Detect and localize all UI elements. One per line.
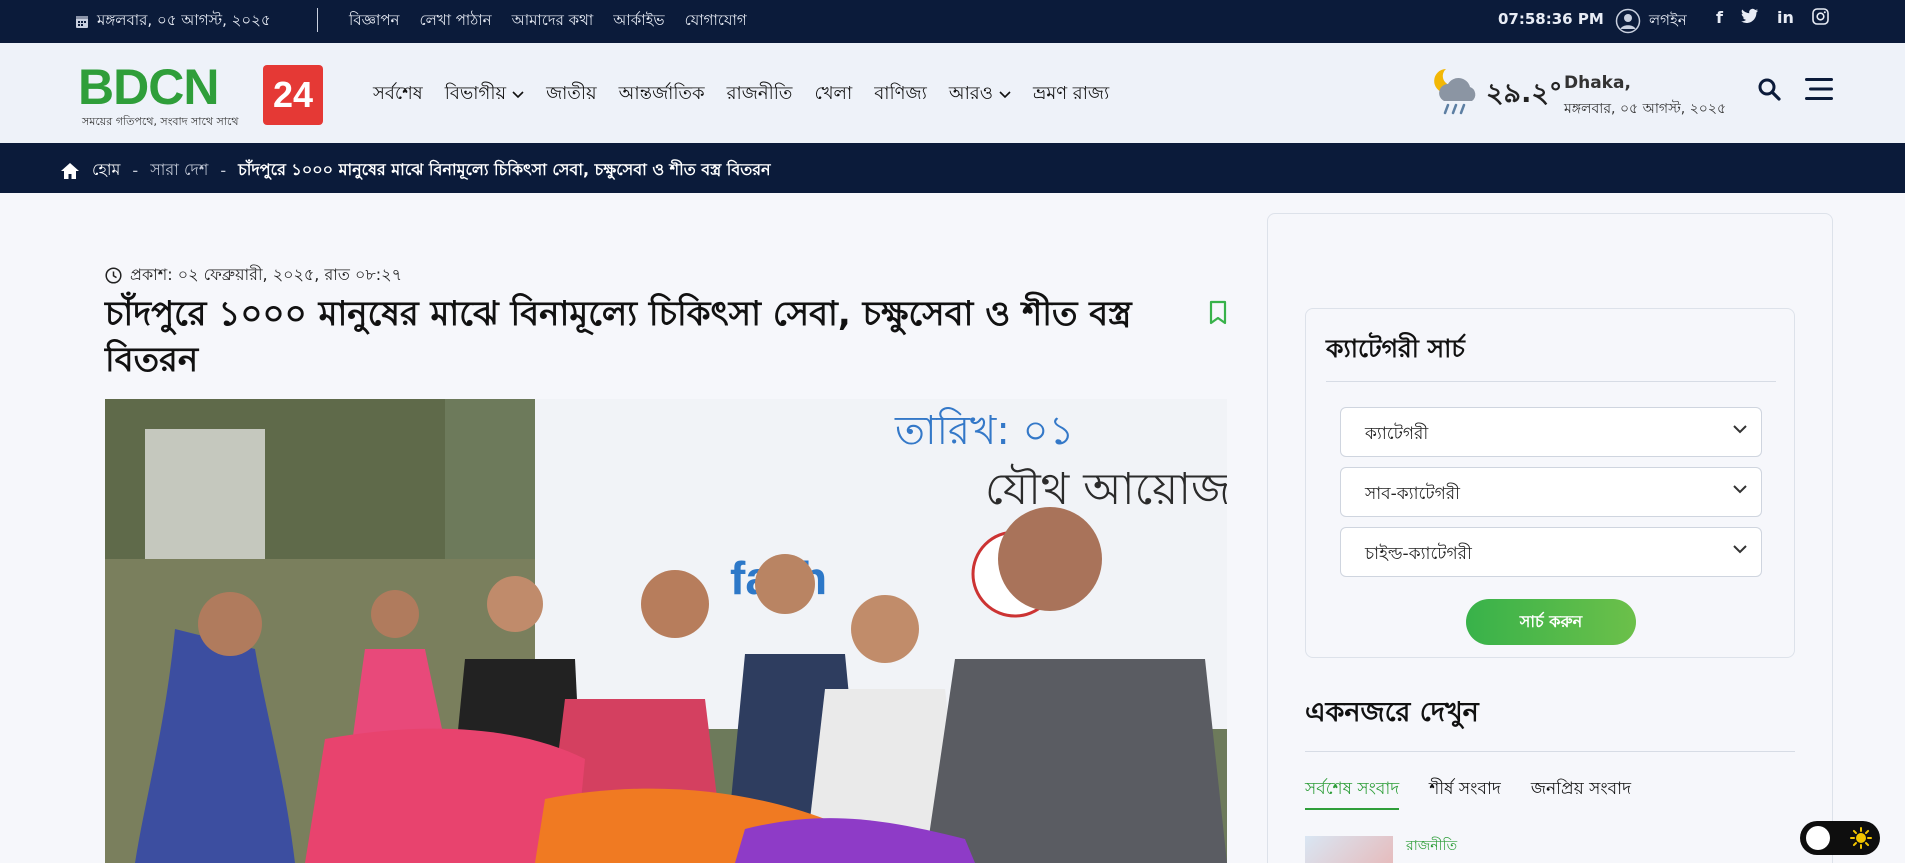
sun-icon: [1850, 827, 1872, 849]
category-search-box: ক্যাটেগরী সার্চ ক্যাটেগরী সাব-ক্যাটেগরী …: [1305, 308, 1795, 658]
social-links: f in: [1716, 8, 1829, 27]
svg-text:তারিখ: ০১: তারিখ: ০১: [894, 407, 1074, 454]
twitter-icon[interactable]: [1740, 8, 1759, 24]
dark-mode-toggle[interactable]: [1800, 821, 1880, 855]
nav-latest[interactable]: সর্বশেষ: [373, 79, 423, 110]
linkedin-icon[interactable]: in: [1777, 8, 1794, 27]
chevron-down-icon: [1733, 425, 1747, 434]
weather-date: মঙ্গলবার, ০৫ আগস্ট, ২০২৫: [1564, 101, 1727, 117]
published-date: প্রকাশ: ০২ ফেব্রুয়ারী, ২০২৫, রাত ০৮:২৭: [130, 265, 402, 284]
category-search-button[interactable]: সার্চ করুন: [1466, 599, 1636, 645]
nav-label: আন্তর্জাতিক: [618, 83, 705, 104]
nav-international[interactable]: আন্তর্জাতিক: [619, 79, 705, 110]
top-link-about[interactable]: আমাদের কথা: [512, 9, 594, 34]
glance-title: একনজরে দেখুন: [1305, 697, 1479, 728]
nav-label: আরও: [948, 83, 993, 104]
nav-business[interactable]: বাণিজ্য: [874, 79, 927, 110]
news-thumbnail: [1305, 836, 1393, 863]
weather-widget: ২৯.২° Dhaka, মঙ্গলবার, ০৫ আগস্ট, ২০২৫: [1432, 65, 1732, 125]
childcategory-select-value: চাইল্ড-ক্যাটেগরী: [1365, 544, 1472, 564]
toggle-knob: [1806, 826, 1830, 850]
bookmark-icon[interactable]: [1208, 300, 1228, 326]
chevron-down-icon: [999, 90, 1011, 98]
breadcrumb-separator: -: [132, 161, 139, 180]
nav-label: রাজনীতি: [726, 83, 793, 104]
nav-label: খেলা: [814, 83, 853, 104]
top-links: বিজ্ঞাপন লেখা পাঠান আমাদের কথা আর্কাইভ য…: [349, 9, 747, 34]
article-photo: তারিখ: ০১ যৌথ আয়োজক faith: [105, 399, 1227, 863]
top-link-contact[interactable]: যোগাযোগ: [685, 9, 747, 34]
tab-latest-news[interactable]: সর্বশেষ সংবাদ: [1305, 776, 1400, 810]
logo-tagline: সময়ের গতিপথে, সংবাদ সাথে সাথে: [82, 115, 239, 128]
top-date-text: মঙ্গলবার, ০৫ আগস্ট, ২০২৫: [97, 11, 271, 29]
article-photo-image: তারিখ: ০১ যৌথ আয়োজক faith: [105, 399, 1227, 863]
nav-travel[interactable]: ভ্রমণ রাজ্য: [1033, 79, 1109, 110]
category-search-title: ক্যাটেগরী সার্চ: [1326, 334, 1465, 363]
calendar-icon: [76, 16, 88, 28]
facebook-icon[interactable]: f: [1716, 8, 1723, 27]
nav-label: সর্বশেষ: [373, 83, 423, 104]
breadcrumb-section[interactable]: সারা দেশ: [150, 157, 208, 184]
divider: [1326, 381, 1776, 382]
moon-cloud-rain-icon: [1434, 69, 1476, 115]
breadcrumb-separator: -: [220, 161, 227, 180]
logo-badge: 24: [263, 65, 323, 125]
news-tabs: সর্বশেষ সংবাদ শীর্ষ সংবাদ জনপ্রিয় সংবাদ: [1305, 776, 1631, 810]
site-header: BDCN 24 সময়ের গতিপথে, সংবাদ সাথে সাথে স…: [0, 43, 1905, 143]
nav-divisional[interactable]: বিভাগীয়: [445, 79, 524, 110]
home-icon[interactable]: [60, 162, 80, 180]
login-button[interactable]: লগইন: [1615, 8, 1687, 34]
svg-text:যৌথ আয়োজক: যৌথ আয়োজক: [985, 464, 1227, 515]
sidebar: ক্যাটেগরী সার্চ ক্যাটেগরী সাব-ক্যাটেগরী …: [1267, 213, 1833, 863]
divider: [1305, 751, 1795, 752]
top-link-archive[interactable]: আর্কাইভ: [613, 9, 664, 34]
top-date: মঙ্গলবার, ০৫ আগস্ট, ২০২৫: [75, 9, 271, 34]
main-nav: সর্বশেষ বিভাগীয় জাতীয় আন্তর্জাতিক রাজন…: [373, 79, 1109, 110]
category-select[interactable]: ক্যাটেগরী: [1340, 407, 1762, 457]
nav-national[interactable]: জাতীয়: [546, 79, 597, 110]
top-link-ads[interactable]: বিজ্ঞাপন: [349, 9, 399, 34]
breadcrumb-home[interactable]: হোম: [92, 157, 120, 184]
user-icon: [1615, 8, 1641, 34]
chevron-down-icon: [512, 90, 524, 98]
weather-city: Dhaka,: [1564, 73, 1631, 93]
login-label: লগইন: [1649, 10, 1687, 29]
site-logo[interactable]: BDCN 24 সময়ের গতিপথে, সংবাদ সাথে সাথে: [78, 60, 323, 130]
instagram-icon[interactable]: [1812, 8, 1829, 25]
top-link-submit[interactable]: লেখা পাঠান: [419, 9, 491, 34]
hamburger-menu-icon[interactable]: [1805, 76, 1833, 102]
subcategory-select[interactable]: সাব-ক্যাটেগরী: [1340, 467, 1762, 517]
news-category[interactable]: রাজনীতি: [1406, 834, 1457, 858]
weather-temp: ২৯.২°: [1486, 78, 1563, 109]
tab-popular-news[interactable]: জনপ্রিয় সংবাদ: [1531, 776, 1631, 810]
clock: 07:58:36 PM: [1498, 10, 1604, 28]
category-select-value: ক্যাটেগরী: [1365, 424, 1429, 444]
nav-label: জাতীয়: [546, 83, 597, 104]
search-icon[interactable]: [1757, 77, 1781, 101]
chevron-down-icon: [1733, 545, 1747, 554]
tab-top-news[interactable]: শীর্ষ সংবাদ: [1429, 776, 1501, 810]
breadcrumb: হোম - সারা দেশ - চাঁদপুরে ১০০০ মানুষের ম…: [0, 143, 1905, 193]
logo-brand: BDCN: [78, 59, 219, 115]
breadcrumb-current: চাঁদপুরে ১০০০ মানুষের মাঝে বিনামূল্যে চি…: [238, 160, 771, 179]
chevron-down-icon: [1733, 485, 1747, 494]
nav-label: বিভাগীয়: [444, 83, 507, 104]
top-bar: মঙ্গলবার, ০৫ আগস্ট, ২০২৫ বিজ্ঞাপন লেখা প…: [0, 0, 1905, 43]
nav-politics[interactable]: রাজনীতি: [727, 79, 793, 110]
nav-sports[interactable]: খেলা: [814, 79, 852, 110]
nav-label: বাণিজ্য: [874, 83, 927, 104]
childcategory-select[interactable]: চাইল্ড-ক্যাটেগরী: [1340, 527, 1762, 577]
article-title: চাঁদপুরে ১০০০ মানুষের মাঝে বিনামূল্যে চি…: [105, 294, 1132, 380]
nav-label: ভ্রমণ রাজ্য: [1032, 83, 1110, 104]
article-meta: প্রকাশ: ০২ ফেব্রুয়ারী, ২০২৫, রাত ০৮:২৭: [105, 262, 402, 289]
nav-more[interactable]: আরও: [949, 79, 1011, 110]
list-item[interactable]: রাজনীতি: [1305, 834, 1795, 863]
clock-icon: [105, 267, 122, 284]
subcategory-select-value: সাব-ক্যাটেগরী: [1365, 484, 1460, 504]
divider: [317, 8, 318, 32]
